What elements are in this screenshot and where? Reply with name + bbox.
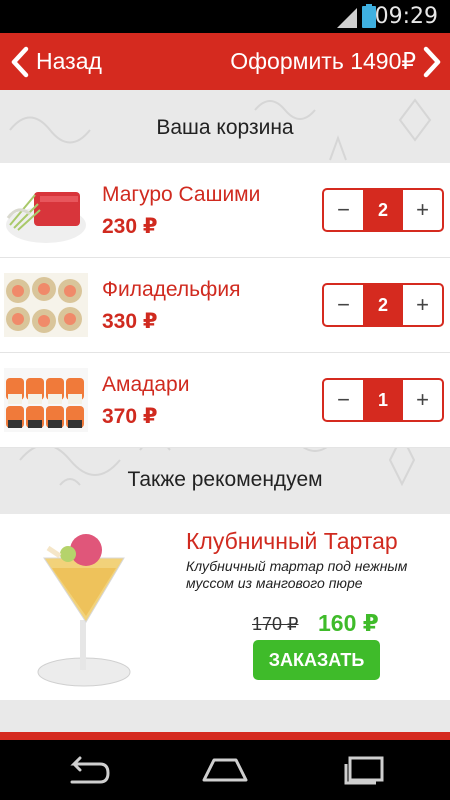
cart-list: Магуро Сашими 230 ₽ − 2 + Филадельфия 33… (0, 163, 450, 448)
item-name: Филадельфия (102, 278, 241, 301)
back-nav-icon[interactable] (60, 754, 110, 786)
quantity-value: 2 (363, 190, 403, 230)
back-button[interactable]: Назад (10, 33, 102, 90)
maguro-sashimi-image (6, 192, 86, 243)
back-label: Назад (36, 48, 102, 74)
chevron-right-icon (423, 46, 441, 77)
chevron-left-icon (11, 46, 29, 77)
order-button[interactable]: ЗАКАЗАТЬ (253, 640, 380, 680)
quantity-stepper: − 2 + (322, 283, 444, 327)
cart-item-amadari: Амадари 370 ₽ − 1 + (0, 353, 450, 448)
bottom-strip (0, 732, 450, 740)
signal-icon (337, 8, 357, 28)
quantity-value: 2 (363, 285, 403, 325)
recent-apps-icon[interactable] (340, 754, 390, 786)
system-nav-bar (0, 740, 450, 800)
cart-item-maguro: Магуро Сашими 230 ₽ − 2 + (0, 163, 450, 258)
strawberry-tartare-image (37, 534, 131, 687)
old-price: 170 ₽ (252, 614, 299, 634)
quantity-stepper: − 2 + (322, 188, 444, 232)
cart-item-philadelphia: Филадельфия 330 ₽ − 2 + (0, 258, 450, 353)
item-price: 370 ₽ (102, 405, 158, 428)
recommend-title: Также рекомендуем (127, 468, 323, 491)
decrease-button[interactable]: − (324, 285, 363, 325)
checkout-label: Оформить 1490₽ (230, 48, 416, 74)
recommend-card[interactable]: Клубничный Тартар Клубничный тартар под … (0, 514, 450, 700)
item-price: 230 ₽ (102, 215, 158, 238)
increase-button[interactable]: + (403, 285, 442, 325)
item-price: 330 ₽ (102, 310, 158, 333)
philadelphia-roll-image (4, 273, 88, 337)
item-name: Магуро Сашими (102, 183, 261, 206)
clock: 09:29 (374, 4, 438, 29)
status-bar: 09:29 (0, 0, 450, 33)
new-price: 160 ₽ (318, 610, 379, 636)
home-nav-icon[interactable] (200, 754, 250, 786)
quantity-stepper: − 1 + (322, 378, 444, 422)
app-header: Назад Оформить 1490₽ (0, 33, 450, 90)
item-description: Клубничный тартар под нежным муссом из м… (186, 558, 408, 591)
increase-button[interactable]: + (403, 380, 442, 420)
item-name: Клубничный Тартар (186, 528, 398, 554)
amadari-roll-image (4, 368, 88, 432)
increase-button[interactable]: + (403, 190, 442, 230)
quantity-value: 1 (363, 380, 403, 420)
decrease-button[interactable]: − (324, 190, 363, 230)
cart-title: Ваша корзина (156, 116, 294, 139)
item-name: Амадари (102, 373, 190, 396)
checkout-button[interactable]: Оформить 1490₽ (230, 33, 442, 90)
decrease-button[interactable]: − (324, 380, 363, 420)
